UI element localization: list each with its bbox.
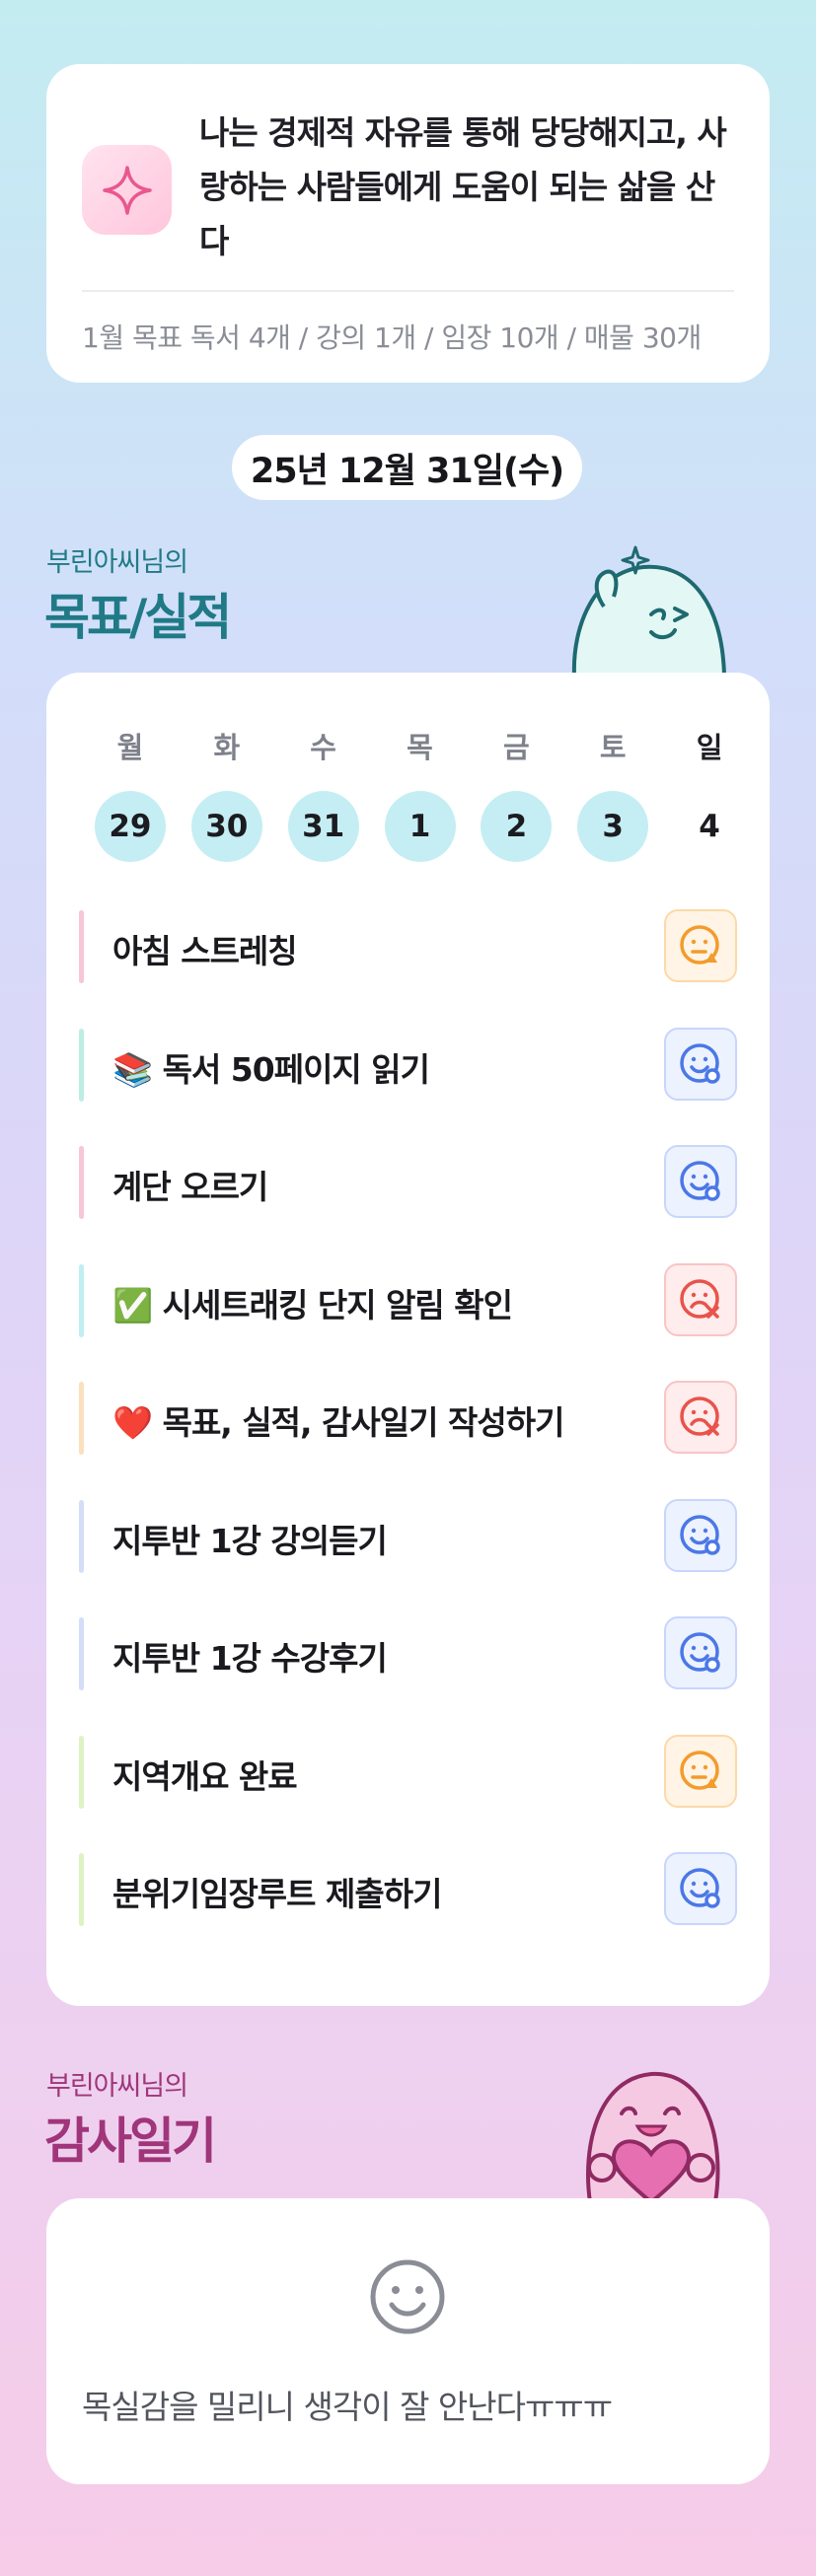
goal-item[interactable]: 📚 독서 50페이지 읽기 bbox=[79, 1027, 737, 1103]
date-chip[interactable]: 3 bbox=[577, 791, 649, 862]
date-chip[interactable]: 31 bbox=[287, 791, 359, 862]
neutral-face-icon-status-button[interactable] bbox=[664, 1734, 737, 1808]
goal-label: 📚 독서 50페이지 읽기 bbox=[112, 1049, 430, 1089]
goal-item[interactable]: 분위기임장루트 제출하기 bbox=[79, 1852, 737, 1927]
goal-label: ❤️ 목표, 실적, 감사일기 작성하기 bbox=[112, 1403, 564, 1442]
sad-face-icon-status-button[interactable] bbox=[664, 1262, 737, 1336]
sad-face-icon bbox=[678, 1395, 723, 1440]
goals-section-subtitle: 부린아씨님의 bbox=[46, 547, 188, 578]
smile-face-icon bbox=[678, 1513, 723, 1558]
goal-item[interactable]: ✅ 시세트래킹 단지 알림 확인 bbox=[79, 1262, 737, 1338]
neutral-face-icon bbox=[678, 923, 723, 968]
goal-item[interactable]: 지투반 1강 강의듣기 bbox=[79, 1498, 737, 1574]
goal-label: 분위기임장루트 제출하기 bbox=[112, 1875, 442, 1913]
smile-face-icon-status-button[interactable] bbox=[664, 1498, 737, 1572]
neutral-face-icon bbox=[678, 1749, 723, 1794]
goals-section-title: 목표/실적 bbox=[44, 589, 232, 646]
pink-mascot-illustration bbox=[586, 2071, 720, 2202]
weekday-label: 수 bbox=[310, 731, 336, 764]
date-chip[interactable]: 4 bbox=[674, 791, 745, 862]
goal-color-bar bbox=[79, 1617, 84, 1690]
goal-item[interactable]: ❤️ 목표, 실적, 감사일기 작성하기 bbox=[79, 1381, 737, 1456]
weekday-label: 토 bbox=[599, 731, 627, 764]
goal-color-bar bbox=[79, 1146, 84, 1219]
smile-face-icon-status-button[interactable] bbox=[664, 1145, 737, 1218]
weekday-label: 일 bbox=[696, 731, 723, 764]
goals-card: 월 화 수 목 금 토 일 29 30 31 1 2 3 4 아침 스트레칭 📚 … bbox=[46, 673, 770, 2006]
monthly-goal-summary: 1월 목표 독서 4개 / 강의 1개 / 임장 10개 / 매물 30개 bbox=[82, 322, 702, 354]
smile-face-icon-status-button[interactable] bbox=[664, 1027, 737, 1101]
goal-color-bar bbox=[79, 1263, 84, 1337]
smile-face-icon-status-button[interactable] bbox=[664, 1616, 737, 1689]
smile-face-icon bbox=[678, 1159, 723, 1204]
smile-face-icon bbox=[678, 1041, 723, 1087]
smile-face-icon bbox=[370, 2259, 445, 2334]
goal-color-bar bbox=[79, 910, 84, 983]
goal-item[interactable]: 계단 오르기 bbox=[79, 1145, 737, 1220]
smile-face-icon bbox=[678, 1866, 723, 1911]
date-chip[interactable]: 30 bbox=[190, 791, 262, 862]
week-dates: 29 30 31 1 2 3 4 bbox=[82, 791, 758, 862]
weekday-label: 목 bbox=[407, 731, 433, 764]
weekday-label: 월 bbox=[116, 731, 144, 764]
smile-face-icon-status-button[interactable] bbox=[664, 1852, 737, 1925]
goal-color-bar bbox=[79, 1028, 84, 1102]
divider bbox=[82, 290, 734, 292]
goal-label: ✅ 시세트래킹 단지 알림 확인 bbox=[112, 1285, 513, 1324]
diary-section-subtitle: 부린아씨님의 bbox=[46, 2071, 188, 2102]
goal-label: 계단 오르기 bbox=[112, 1168, 268, 1206]
goal-color-bar bbox=[79, 1499, 84, 1573]
date-chip[interactable]: 29 bbox=[94, 791, 166, 862]
goal-color-bar bbox=[79, 1382, 84, 1455]
motto-card[interactable]: 나는 경제적 자유를 통해 당당해지고, 사랑하는 사람들에게 도움이 되는 삶… bbox=[46, 64, 770, 383]
ghost-mascot-illustration bbox=[571, 545, 727, 676]
weekday-label: 화 bbox=[213, 731, 241, 764]
date-chip[interactable]: 1 bbox=[384, 791, 456, 862]
motto-text: 나는 경제적 자유를 통해 당당해지고, 사랑하는 사람들에게 도움이 되는 삶… bbox=[199, 113, 727, 260]
goal-color-bar bbox=[79, 1735, 84, 1809]
sad-face-icon-status-button[interactable] bbox=[664, 1381, 737, 1454]
goal-item[interactable]: 지역개요 완료 bbox=[79, 1734, 737, 1810]
goal-item[interactable]: 지투반 1강 수강후기 bbox=[79, 1616, 737, 1691]
date-selector[interactable]: 25년 12월 31일(수) bbox=[232, 435, 582, 500]
sparkle-icon bbox=[82, 145, 172, 235]
goal-label: 아침 스트레칭 bbox=[112, 932, 298, 970]
goal-label: 지역개요 완료 bbox=[112, 1756, 298, 1796]
diary-card[interactable]: 목실감을 밀리니 생각이 잘 안난다ㅠㅠㅠ bbox=[46, 2198, 770, 2484]
sad-face-icon bbox=[678, 1277, 723, 1323]
diary-entry-text: 목실감을 밀리니 생각이 잘 안난다ㅠㅠㅠ bbox=[82, 2388, 613, 2426]
smile-face-icon bbox=[678, 1630, 723, 1676]
weekday-label: 금 bbox=[503, 731, 530, 764]
weekday-labels: 월 화 수 목 금 토 일 bbox=[82, 723, 758, 768]
goal-color-bar bbox=[79, 1853, 84, 1926]
neutral-face-icon-status-button[interactable] bbox=[664, 909, 737, 982]
date-chip[interactable]: 2 bbox=[481, 791, 553, 862]
goal-label: 지투반 1강 강의듣기 bbox=[112, 1521, 388, 1560]
goal-label: 지투반 1강 수강후기 bbox=[112, 1639, 388, 1678]
diary-section-title: 감사일기 bbox=[44, 2112, 217, 2170]
goal-item[interactable]: 아침 스트레칭 bbox=[79, 909, 737, 984]
